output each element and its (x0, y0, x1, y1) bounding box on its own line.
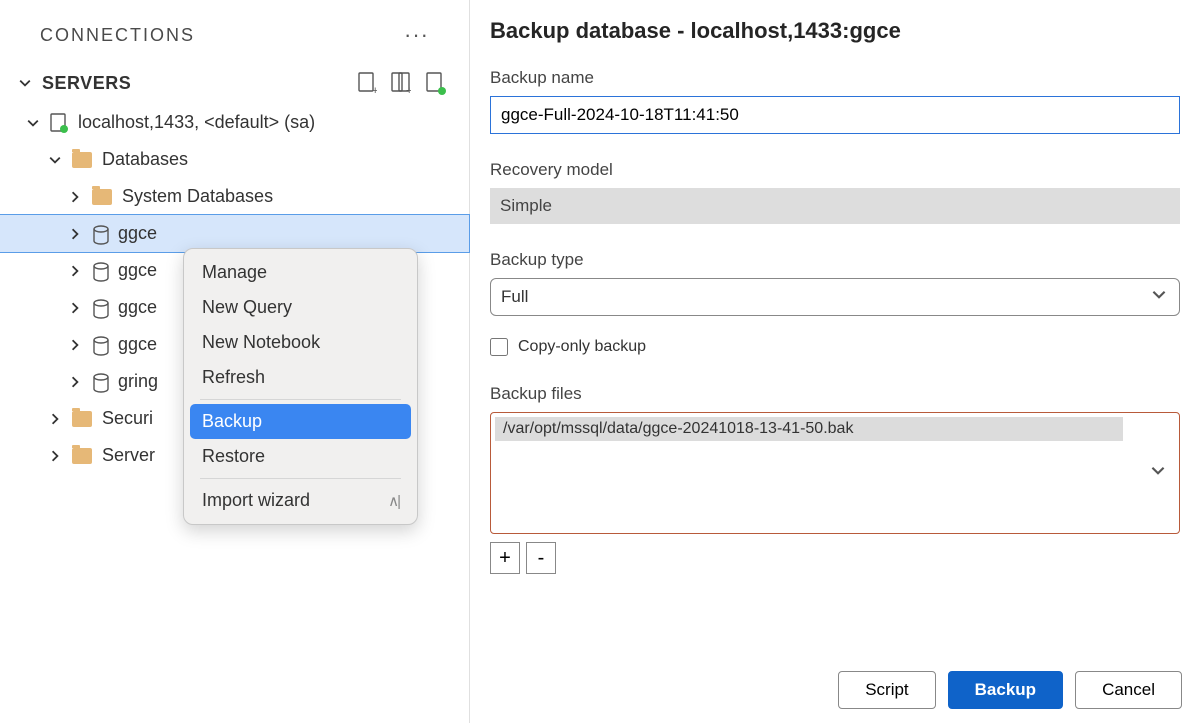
menu-new-notebook[interactable]: New Notebook (190, 325, 411, 360)
menu-separator (200, 478, 401, 479)
server-node[interactable]: localhost,1433, <default> (sa) (0, 104, 469, 141)
footer-buttons: Script Backup Cancel (838, 671, 1182, 709)
system-databases-node[interactable]: System Databases (0, 178, 469, 215)
more-icon[interactable]: ··· (404, 22, 429, 48)
db-label: ggce (118, 334, 157, 355)
recovery-model-value: Simple (490, 188, 1180, 224)
database-icon (92, 299, 108, 317)
connections-title: CONNECTIONS (40, 25, 195, 46)
panel-title: Backup database - localhost,1433:ggce (490, 18, 1180, 44)
servers-header: SERVERS + + (0, 66, 469, 104)
server-icon (50, 113, 68, 133)
new-connection-icon[interactable]: + (357, 72, 377, 94)
recovery-model-label: Recovery model (490, 160, 1180, 180)
backup-type-label: Backup type (490, 250, 1180, 270)
remove-file-button[interactable]: - (526, 542, 556, 574)
folder-icon (72, 448, 92, 464)
chevron-down-icon (1151, 464, 1165, 483)
add-file-button[interactable]: + (490, 542, 520, 574)
chevron-right-icon (68, 265, 82, 277)
chevron-right-icon (68, 302, 82, 314)
menu-import-wizard[interactable]: Import wizard ∧| (190, 483, 411, 518)
database-icon (92, 336, 108, 354)
database-icon (92, 373, 108, 391)
system-db-label: System Databases (122, 186, 273, 207)
sidebar: CONNECTIONS ··· SERVERS + + (0, 0, 470, 723)
folder-icon (72, 411, 92, 427)
cancel-button[interactable]: Cancel (1075, 671, 1182, 709)
svg-text:+: + (372, 85, 377, 94)
backup-type-select[interactable]: Full (490, 278, 1180, 316)
chevron-down-icon (26, 117, 40, 129)
server-label: localhost,1433, <default> (sa) (78, 112, 315, 133)
security-label: Securi (102, 408, 153, 429)
db-label: ggce (118, 297, 157, 318)
server-status-icon[interactable] (425, 72, 445, 94)
backup-files-label: Backup files (490, 384, 1180, 404)
copy-only-checkbox[interactable] (490, 338, 508, 356)
chevron-right-icon (68, 376, 82, 388)
folder-icon (72, 152, 92, 168)
chevron-right-icon (68, 228, 82, 240)
db-label: gring (118, 371, 158, 392)
server-objects-label: Server (102, 445, 155, 466)
backup-name-input[interactable] (490, 96, 1180, 134)
db-label: ggce (118, 223, 157, 244)
backup-button[interactable]: Backup (948, 671, 1063, 709)
backup-file-entry[interactable]: /var/opt/mssql/data/ggce-20241018-13-41-… (495, 417, 1123, 441)
database-node-ggce[interactable]: ggce (0, 215, 469, 252)
chevron-right-icon (48, 413, 62, 425)
databases-node[interactable]: Databases (0, 141, 469, 178)
backup-name-label: Backup name (490, 68, 1180, 88)
backup-files-list[interactable]: /var/opt/mssql/data/ggce-20241018-13-41-… (490, 412, 1180, 534)
menu-separator (200, 399, 401, 400)
context-menu: Manage New Query New Notebook Refresh Ba… (183, 248, 418, 525)
svg-text:+: + (406, 85, 411, 94)
chevron-right-icon (48, 450, 62, 462)
menu-refresh[interactable]: Refresh (190, 360, 411, 395)
sidebar-header: CONNECTIONS ··· (0, 0, 469, 66)
menu-restore[interactable]: Restore (190, 439, 411, 474)
db-label: ggce (118, 260, 157, 281)
menu-manage[interactable]: Manage (190, 255, 411, 290)
servers-label: SERVERS (42, 73, 131, 94)
database-icon (92, 262, 108, 280)
chevron-right-icon (68, 339, 82, 351)
backup-panel: Backup database - localhost,1433:ggce Ba… (470, 0, 1200, 723)
server-toolbar: + + (357, 72, 451, 94)
chevron-down-icon[interactable] (18, 77, 32, 89)
chevron-right-icon (68, 191, 82, 203)
menu-new-query[interactable]: New Query (190, 290, 411, 325)
new-group-icon[interactable]: + (391, 72, 411, 94)
folder-icon (92, 189, 112, 205)
menu-backup[interactable]: Backup (190, 404, 411, 439)
chevron-down-icon (48, 154, 62, 166)
databases-label: Databases (102, 149, 188, 170)
chevron-right-icon: ∧| (388, 492, 399, 510)
database-icon (92, 225, 108, 243)
script-button[interactable]: Script (838, 671, 935, 709)
copy-only-label: Copy-only backup (518, 338, 646, 356)
